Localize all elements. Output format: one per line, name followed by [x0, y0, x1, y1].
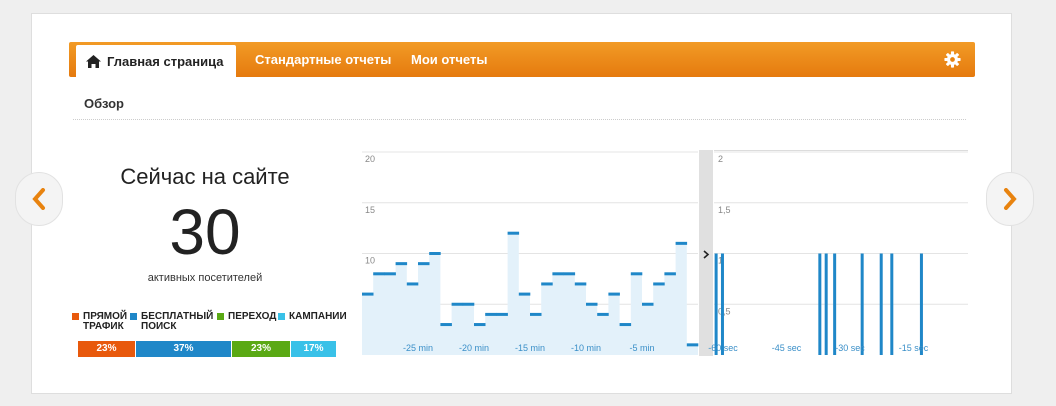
y-tick-label: 20 — [365, 154, 375, 164]
data-step — [686, 343, 699, 347]
data-step — [485, 312, 497, 316]
x-tick-label: -15 sec — [899, 343, 929, 353]
tab-home[interactable]: Главная страница — [76, 45, 236, 77]
home-icon — [86, 54, 101, 68]
data-step — [630, 272, 643, 276]
data-step — [406, 282, 419, 286]
y-tick-label: 15 — [365, 205, 375, 215]
data-step — [608, 292, 620, 296]
data-bar — [824, 253, 828, 355]
chevron-right-icon — [1004, 188, 1017, 210]
legend-swatch — [278, 313, 285, 320]
data-step — [563, 272, 576, 276]
data-step — [395, 262, 408, 266]
gear-icon[interactable] — [944, 51, 961, 68]
data-step — [518, 292, 531, 296]
data-bar — [890, 253, 894, 355]
y-tick-label: 1,5 — [718, 205, 731, 215]
realtime-title: Сейчас на сайте — [120, 164, 290, 189]
legend-label: ПЕРЕХОД — [228, 311, 277, 322]
data-step — [552, 272, 564, 276]
data-bar — [879, 253, 883, 355]
data-step — [530, 312, 542, 316]
realtime-charts: 2015105-25 min-20 min-15 min-10 min-5 mi… — [362, 150, 968, 356]
data-step — [586, 302, 598, 306]
tab-my-reports[interactable]: Мои отчеты — [411, 42, 487, 77]
share-direct: 23% — [78, 341, 136, 357]
legend-referral: ПЕРЕХОД — [217, 312, 283, 322]
x-tick-label: -45 sec — [772, 343, 802, 353]
data-step — [418, 262, 430, 266]
share-referral: 23% — [232, 341, 291, 357]
chevron-left-icon — [32, 188, 45, 210]
data-step — [664, 272, 676, 276]
data-bar — [860, 253, 864, 355]
legend-swatch — [130, 313, 137, 320]
realtime-subtitle: активных посетителей — [147, 272, 263, 284]
data-step — [362, 292, 374, 296]
legend-swatch — [217, 313, 224, 320]
legend-label: БЕСПЛАТНЫЙ ПОИСК — [141, 311, 214, 332]
data-bar — [720, 253, 724, 355]
legend-swatch — [72, 313, 79, 320]
data-step — [429, 252, 441, 255]
data-step — [541, 282, 553, 286]
traffic-share-bar: 23% 37% 23% 17% — [78, 341, 336, 357]
data-step — [462, 302, 475, 306]
share-campaigns: 17% — [291, 341, 336, 357]
legend-label: ПРЯМОЙ ТРАФИК — [83, 311, 128, 332]
x-tick-label: -10 min — [571, 343, 601, 353]
legend-direct: ПРЯМОЙ ТРАФИК — [72, 312, 133, 332]
data-step — [384, 272, 396, 276]
section-divider — [73, 119, 966, 120]
y-tick-label: 2 — [718, 154, 723, 164]
tab-standard-reports[interactable]: Стандартные отчеты — [255, 42, 391, 77]
x-tick-label: -5 min — [629, 343, 654, 353]
top-navbar: Главная страница Стандартные отчеты Мои … — [69, 42, 975, 77]
data-step — [597, 312, 609, 316]
x-tick-label: -30 sec — [835, 343, 865, 353]
data-step — [619, 323, 632, 327]
x-tick-label: -25 min — [403, 343, 433, 353]
share-organic: 37% — [136, 341, 232, 357]
data-bar — [833, 253, 837, 355]
legend-label: КАМПАНИИ — [289, 311, 347, 322]
section-title: Обзор — [84, 96, 124, 111]
data-step — [642, 302, 654, 306]
data-step — [675, 241, 688, 245]
y-tick-label: 0,5 — [718, 306, 731, 316]
data-step — [440, 323, 452, 327]
data-step — [574, 282, 587, 286]
data-step — [373, 272, 385, 276]
x-tick-label: -20 min — [459, 343, 489, 353]
data-bar — [919, 253, 923, 355]
data-bar — [714, 253, 718, 355]
tab-home-label: Главная страница — [107, 53, 224, 69]
data-step — [451, 302, 464, 306]
legend-organic: БЕСПЛАТНЫЙ ПОИСК — [130, 312, 221, 332]
data-step — [653, 282, 665, 286]
y-tick-label: 10 — [365, 256, 375, 266]
next-button[interactable] — [986, 172, 1034, 226]
data-step — [474, 323, 486, 327]
data-bar — [818, 253, 822, 355]
prev-button[interactable] — [15, 172, 63, 226]
data-step — [496, 312, 508, 316]
x-tick-label: -60 sec — [708, 343, 738, 353]
data-step — [507, 231, 520, 235]
x-tick-label: -15 min — [515, 343, 545, 353]
realtime-count: 30 — [169, 196, 241, 268]
legend-campaigns: КАМПАНИИ — [278, 312, 354, 322]
